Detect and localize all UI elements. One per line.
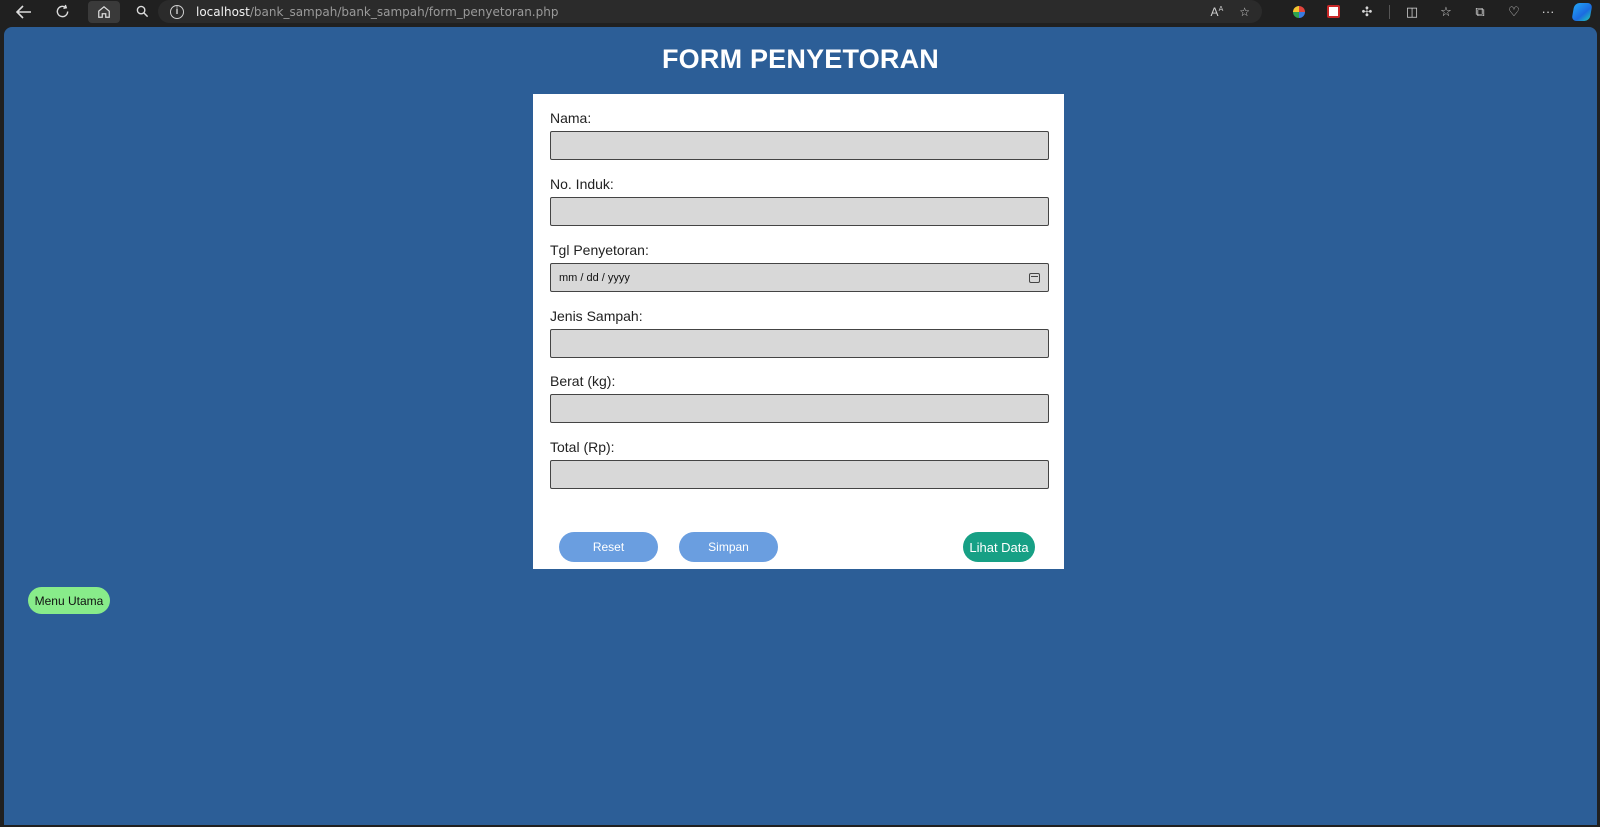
page-title: FORM PENYETORAN xyxy=(661,44,940,74)
pdf-extension-icon[interactable] xyxy=(1321,2,1345,22)
copilot-icon[interactable] xyxy=(1570,2,1594,22)
address-bar-actions: AA ☆ xyxy=(1211,0,1250,23)
url-text[interactable]: localhost/bank_sampah/bank_sampah/form_p… xyxy=(196,5,558,19)
site-info-icon[interactable]: i xyxy=(170,4,184,19)
collections-icon[interactable]: ⧉ xyxy=(1468,2,1492,22)
favorites-icon[interactable]: ☆ xyxy=(1434,2,1458,22)
reset-button[interactable]: Reset xyxy=(559,532,658,562)
split-screen-icon[interactable]: ◫ xyxy=(1400,2,1424,22)
extensions-puzzle-icon[interactable]: ✣ xyxy=(1355,2,1379,22)
total-label: Total (Rp): xyxy=(550,439,615,455)
refresh-icon[interactable] xyxy=(46,0,78,23)
simpan-button[interactable]: Simpan xyxy=(679,532,778,562)
search-icon[interactable] xyxy=(126,0,158,23)
url-host: localhost xyxy=(196,4,250,19)
toolbar-divider xyxy=(1389,4,1390,19)
url-path: /bank_sampah/bank_sampah/form_penyetoran… xyxy=(249,4,559,19)
total-input[interactable] xyxy=(550,460,1049,489)
lihat-data-button[interactable]: Lihat Data xyxy=(963,532,1035,562)
nama-label: Nama: xyxy=(550,110,592,126)
nama-input[interactable] xyxy=(550,131,1049,160)
no-induk-input[interactable] xyxy=(550,197,1049,226)
tgl-penyetoran-label: Tgl Penyetoran: xyxy=(550,242,649,258)
jenis-sampah-label: Jenis Sampah: xyxy=(550,308,643,324)
berat-label: Berat (kg): xyxy=(550,373,616,389)
calendar-icon[interactable] xyxy=(1029,272,1040,283)
menu-utama-button[interactable]: Menu Utama xyxy=(28,587,110,614)
back-icon[interactable] xyxy=(8,0,40,23)
deposit-form: Nama: No. Induk: Tgl Penyetoran: mm / dd… xyxy=(533,94,1064,569)
address-bar[interactable]: i localhost/bank_sampah/bank_sampah/form… xyxy=(158,0,1262,23)
jenis-sampah-input[interactable] xyxy=(550,329,1049,358)
tgl-penyetoran-date-input[interactable]: mm / dd / yyyy xyxy=(550,263,1049,292)
date-placeholder: mm / dd / yyyy xyxy=(559,271,630,284)
no-induk-label: No. Induk: xyxy=(550,176,614,192)
browser-extensions: ✣ ◫ ☆ ⧉ ♡ ··· xyxy=(1287,0,1600,23)
nav-buttons xyxy=(0,0,158,23)
favorite-star-icon[interactable]: ☆ xyxy=(1239,5,1250,19)
browser-health-icon[interactable]: ♡ xyxy=(1502,2,1526,22)
more-options-icon[interactable]: ··· xyxy=(1536,2,1560,22)
color-extension-icon[interactable] xyxy=(1287,2,1311,22)
read-aloud-icon[interactable]: AA xyxy=(1211,5,1224,19)
berat-input[interactable] xyxy=(550,394,1049,423)
page-viewport: FORM PENYETORAN Nama: No. Induk: Tgl Pen… xyxy=(4,27,1597,825)
home-icon[interactable] xyxy=(88,0,120,23)
browser-toolbar: i localhost/bank_sampah/bank_sampah/form… xyxy=(0,0,1600,23)
